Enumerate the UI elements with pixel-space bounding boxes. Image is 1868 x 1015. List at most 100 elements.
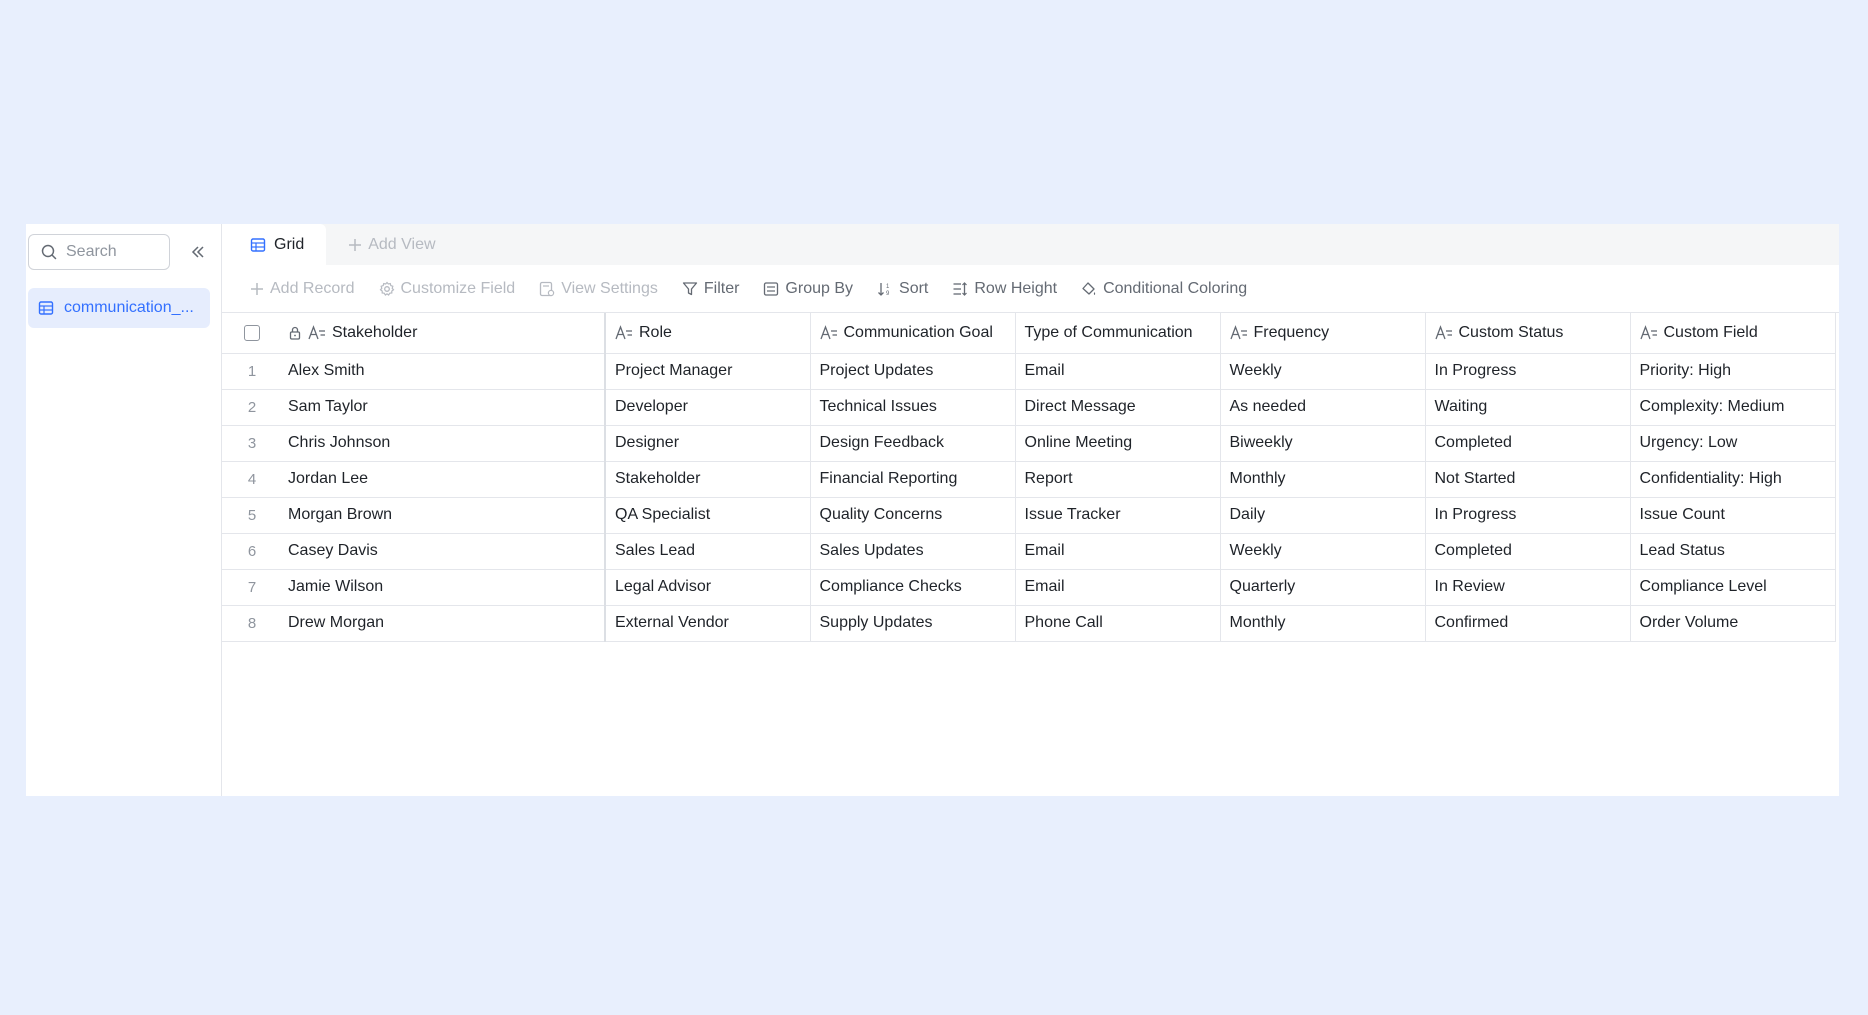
table-cell[interactable]: Quarterly: [1220, 569, 1426, 606]
table-cell[interactable]: Jamie Wilson: [282, 569, 606, 606]
group-by-button[interactable]: Group By: [763, 280, 853, 298]
table-cell[interactable]: Completed: [1425, 425, 1631, 462]
tab-grid-label: Grid: [274, 235, 305, 253]
table-cell[interactable]: Casey Davis: [282, 533, 606, 570]
table-cell[interactable]: Technical Issues: [810, 389, 1016, 426]
table-cell[interactable]: Chris Johnson: [282, 425, 606, 462]
table-cell[interactable]: In Progress: [1425, 497, 1631, 534]
column-header-frequency[interactable]: Frequency: [1220, 313, 1426, 354]
table-cell[interactable]: Daily: [1220, 497, 1426, 534]
add-record-button[interactable]: Add Record: [250, 280, 355, 298]
table-cell[interactable]: Supply Updates: [810, 605, 1016, 642]
table-cell[interactable]: Waiting: [1425, 389, 1631, 426]
column-header-custom-field[interactable]: Custom Field: [1630, 313, 1836, 354]
table-row[interactable]: 8 Drew Morgan External Vendor Supply Update…: [222, 605, 1836, 642]
view-settings-button[interactable]: View Settings: [539, 280, 658, 298]
search-input[interactable]: Search: [28, 234, 170, 270]
table-cell[interactable]: Not Started: [1425, 461, 1631, 498]
table-cell[interactable]: Weekly: [1220, 533, 1426, 570]
paint-bucket-icon: [1082, 281, 1096, 295]
table-cell[interactable]: Financial Reporting: [810, 461, 1016, 498]
table-cell[interactable]: Email: [1015, 353, 1221, 390]
table-cell[interactable]: Urgency: Low: [1630, 425, 1836, 462]
plus-icon: [251, 282, 263, 295]
table-cell[interactable]: Phone Call: [1015, 605, 1221, 642]
table-cell[interactable]: Sales Lead: [605, 533, 811, 570]
table-cell[interactable]: Weekly: [1220, 353, 1426, 390]
row-number: 6: [222, 533, 282, 570]
sort-button[interactable]: 19 Sort: [877, 280, 928, 298]
table-cell[interactable]: External Vendor: [605, 605, 811, 642]
table-cell[interactable]: Legal Advisor: [605, 569, 811, 606]
table-cell[interactable]: Stakeholder: [605, 461, 811, 498]
table-cell[interactable]: Project Manager: [605, 353, 811, 390]
filter-button[interactable]: Filter: [682, 280, 739, 298]
row-height-icon: [953, 281, 968, 296]
table-cell[interactable]: Sales Updates: [810, 533, 1016, 570]
table-cell[interactable]: Direct Message: [1015, 389, 1221, 426]
table-row[interactable]: 5 Morgan Brown QA Specialist Quality Concer…: [222, 497, 1836, 534]
table-cell[interactable]: Biweekly: [1220, 425, 1426, 462]
table-cell[interactable]: Email: [1015, 533, 1221, 570]
table-cell[interactable]: Alex Smith: [282, 353, 606, 390]
table-row[interactable]: 3 Chris Johnson Designer Design Feedback Onl…: [222, 425, 1836, 462]
column-header-communication-goal[interactable]: Communication Goal: [810, 313, 1016, 354]
table-cell[interactable]: As needed: [1220, 389, 1426, 426]
table-cell[interactable]: Completed: [1425, 533, 1631, 570]
table-row[interactable]: 1 Alex Smith Project Manager Project Update…: [222, 353, 1836, 390]
table-cell[interactable]: Designer: [605, 425, 811, 462]
table-cell[interactable]: Morgan Brown: [282, 497, 606, 534]
table-row[interactable]: 6 Casey Davis Sales Lead Sales Updates Email…: [222, 533, 1836, 570]
customize-field-button[interactable]: Customize Field: [379, 280, 515, 298]
table-row[interactable]: 2 Sam Taylor Developer Technical Issues Dire…: [222, 389, 1836, 426]
select-all-checkbox[interactable]: [244, 325, 260, 342]
table-cell[interactable]: Drew Morgan: [282, 605, 606, 642]
table-cell[interactable]: Online Meeting: [1015, 425, 1221, 462]
grid-icon: [250, 237, 266, 252]
table-cell[interactable]: Developer: [605, 389, 811, 426]
table-cell[interactable]: Compliance Checks: [810, 569, 1016, 606]
table-cell[interactable]: Lead Status: [1630, 533, 1836, 570]
column-header-type-of-communication[interactable]: Type of Communication: [1015, 313, 1221, 354]
table-cell[interactable]: Project Updates: [810, 353, 1016, 390]
column-header-custom-status[interactable]: Custom Status: [1425, 313, 1631, 354]
table-cell[interactable]: Confirmed: [1425, 605, 1631, 642]
table-cell[interactable]: QA Specialist: [605, 497, 811, 534]
table-cell[interactable]: Design Feedback: [810, 425, 1016, 462]
row-height-button[interactable]: Row Height: [952, 280, 1057, 298]
add-view-button[interactable]: Add View: [326, 224, 457, 265]
add-record-label: Add Record: [270, 279, 355, 297]
collapse-sidebar-button[interactable]: [186, 240, 210, 264]
table-cell[interactable]: Report: [1015, 461, 1221, 498]
table-cell[interactable]: Email: [1015, 569, 1221, 606]
sidebar-item-table[interactable]: communication_...: [28, 288, 210, 328]
tab-grid[interactable]: Grid: [222, 224, 327, 265]
group-by-label: Group By: [785, 279, 854, 297]
table-cell[interactable]: Sam Taylor: [282, 389, 606, 426]
table-cell[interactable]: Priority: High: [1630, 353, 1836, 390]
row-number: 7: [222, 569, 282, 606]
row-number: 5: [222, 497, 282, 534]
table-cell[interactable]: Quality Concerns: [810, 497, 1016, 534]
table-cell[interactable]: Order Volume: [1630, 605, 1836, 642]
table-icon: [38, 301, 54, 315]
table-cell[interactable]: Complexity: Medium: [1630, 389, 1836, 426]
column-header-stakeholder[interactable]: Stakeholder: [282, 313, 606, 354]
table-cell[interactable]: Issue Count: [1630, 497, 1836, 534]
table-row[interactable]: 7 Jamie Wilson Legal Advisor Compliance Che…: [222, 569, 1836, 606]
conditional-coloring-button[interactable]: Conditional Coloring: [1081, 280, 1247, 298]
sidebar-item-label: communication_...: [64, 299, 194, 316]
table-cell[interactable]: Monthly: [1220, 605, 1426, 642]
table-cell[interactable]: Issue Tracker: [1015, 497, 1221, 534]
table-cell[interactable]: Jordan Lee: [282, 461, 606, 498]
column-header-role[interactable]: Role: [605, 313, 811, 354]
sort-label: Sort: [899, 279, 929, 297]
table-row[interactable]: 4 Jordan Lee Stakeholder Financial Reportin…: [222, 461, 1836, 498]
table-cell[interactable]: In Progress: [1425, 353, 1631, 390]
add-view-label: Add View: [368, 235, 436, 253]
table-cell[interactable]: Monthly: [1220, 461, 1426, 498]
table-cell[interactable]: Confidentiality: High: [1630, 461, 1836, 498]
table-cell[interactable]: Compliance Level: [1630, 569, 1836, 606]
table-cell[interactable]: In Review: [1425, 569, 1631, 606]
text-field-icon: [1229, 324, 1247, 339]
